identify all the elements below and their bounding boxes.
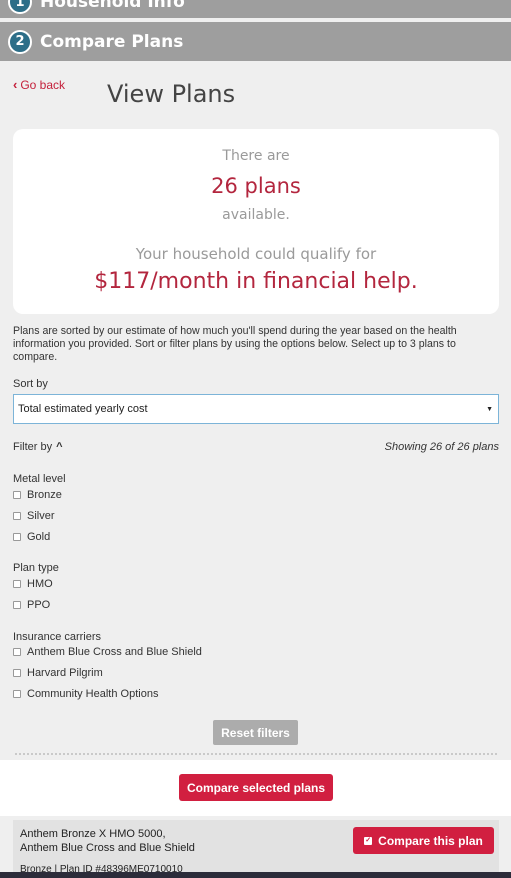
checkbox-harvard-pilgrim[interactable]: Harvard Pilgrim — [13, 667, 103, 679]
page-title: View Plans — [107, 80, 236, 108]
filter-label: Filter by — [13, 441, 53, 453]
taskbar-strip — [0, 872, 511, 878]
checkbox-icon[interactable] — [13, 601, 21, 609]
checkbox-silver[interactable]: Silver — [13, 510, 55, 522]
compare-this-plan-label: Compare this plan — [378, 833, 483, 848]
summary-intro: There are — [222, 148, 290, 164]
checkbox-bronze[interactable]: Bronze — [13, 489, 62, 501]
sort-label: Sort by — [13, 378, 48, 390]
showing-count: Showing 26 of 26 plans — [384, 441, 499, 453]
summary-available: available. — [222, 207, 290, 223]
checkbox-icon[interactable] — [13, 512, 21, 520]
checkbox-hmo[interactable]: HMO — [13, 578, 53, 590]
metal-level-label: Metal level — [13, 473, 66, 485]
step-number: 1 — [8, 0, 32, 14]
plan-card: Anthem Bronze X HMO 5000, Anthem Blue Cr… — [13, 820, 499, 878]
checkbox-label: Anthem Blue Cross and Blue Shield — [27, 646, 202, 658]
go-back-link[interactable]: ‹ Go back — [13, 77, 65, 92]
checkbox-label: Gold — [27, 531, 51, 543]
checkbox-label: Bronze — [27, 489, 62, 501]
checkbox-icon[interactable] — [13, 491, 21, 499]
insurance-carriers-label: Insurance carriers — [13, 631, 102, 643]
plan-type-label: Plan type — [13, 562, 59, 574]
plan-name: Anthem Bronze X HMO 5000, Anthem Blue Cr… — [20, 827, 195, 855]
plan-name-line2: Anthem Blue Cross and Blue Shield — [20, 842, 195, 854]
plans-summary-card: There are 26 plans available. Your house… — [13, 129, 499, 314]
intro-text: Plans are sorted by our estimate of how … — [13, 325, 457, 363]
financial-help-amount: $117/month in financial help. — [94, 269, 418, 294]
checkbox-label: Community Health Options — [27, 688, 159, 700]
sort-select[interactable]: Total estimated yearly cost ▼ — [13, 394, 499, 424]
divider — [15, 753, 497, 755]
plans-count: 26 plans — [211, 174, 301, 198]
checkbox-ppo[interactable]: PPO — [13, 599, 50, 611]
dropdown-arrow-icon: ▼ — [486, 405, 493, 413]
checkbox-icon[interactable] — [13, 690, 21, 698]
step-title: Household Info — [40, 0, 185, 12]
chevron-up-icon: ^ — [56, 441, 63, 453]
checkbox-icon[interactable] — [13, 648, 21, 656]
checkbox-label: PPO — [27, 599, 51, 611]
chevron-left-icon: ‹ — [13, 77, 18, 92]
checkbox-anthem[interactable]: Anthem Blue Cross and Blue Shield — [13, 646, 202, 658]
checkbox-label: Harvard Pilgrim — [27, 667, 103, 679]
compare-this-plan-button[interactable]: ✓ Compare this plan — [353, 827, 494, 854]
compare-selected-plans-button[interactable]: Compare selected plans — [179, 774, 333, 801]
checkbox-gold[interactable]: Gold — [13, 531, 50, 543]
checkbox-checked-icon[interactable]: ✓ — [364, 836, 373, 845]
checkbox-icon[interactable] — [13, 533, 21, 541]
step-number: 2 — [8, 29, 32, 54]
go-back-label: Go back — [20, 77, 66, 92]
step-household-info[interactable]: 1 Household Info — [0, 0, 511, 18]
sort-selected-value: Total estimated yearly cost — [18, 403, 148, 415]
step-compare-plans[interactable]: 2 Compare Plans — [0, 22, 511, 61]
filter-toggle[interactable]: Filter by ^ — [13, 441, 63, 453]
step-title: Compare Plans — [40, 31, 184, 52]
plan-name-line1: Anthem Bronze X HMO 5000, — [20, 828, 166, 840]
checkbox-label: Silver — [27, 510, 55, 522]
checkbox-icon[interactable] — [13, 669, 21, 677]
checkbox-label: HMO — [27, 578, 53, 590]
checkbox-icon[interactable] — [13, 580, 21, 588]
qualify-text: Your household could qualify for — [135, 245, 377, 263]
compare-bar: Compare selected plans — [0, 760, 511, 816]
checkbox-community-health[interactable]: Community Health Options — [13, 688, 158, 700]
reset-filters-button[interactable]: Reset filters — [213, 720, 298, 745]
